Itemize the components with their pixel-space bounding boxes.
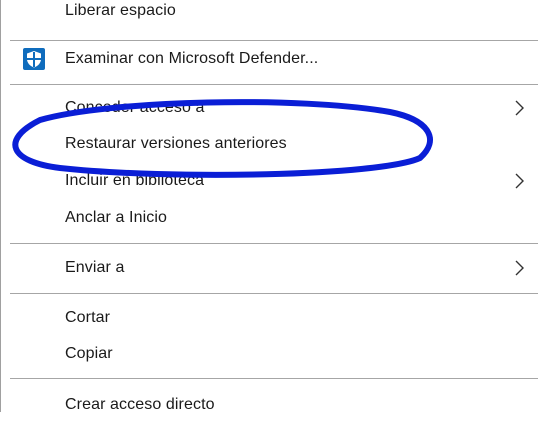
menu-separator	[10, 378, 538, 379]
defender-shield-icon	[23, 48, 45, 70]
menu-item-label: Examinar con Microsoft Defender...	[65, 50, 319, 67]
menu-item-label: Anclar a Inicio	[65, 209, 167, 226]
context-menu: Liberar espacio Examinar con Microsoft D…	[1, 0, 538, 413]
chevron-right-icon	[515, 260, 524, 276]
menu-item-anclar-inicio[interactable]: Anclar a Inicio	[1, 201, 538, 235]
menu-item-label: Incluir en biblioteca	[65, 172, 205, 189]
menu-item-cortar[interactable]: Cortar	[1, 301, 538, 335]
menu-separator	[10, 293, 538, 294]
menu-item-label: Conceder acceso a	[65, 99, 205, 116]
menu-item-label: Cortar	[65, 309, 111, 326]
menu-item-copiar[interactable]: Copiar	[1, 337, 538, 371]
menu-item-conceder-acceso[interactable]: Conceder acceso a	[1, 91, 538, 125]
menu-item-incluir-biblioteca[interactable]: Incluir en biblioteca	[1, 164, 538, 198]
menu-separator	[10, 84, 538, 85]
menu-item-restaurar-versiones[interactable]: Restaurar versiones anteriores	[1, 127, 538, 161]
menu-item-label: Enviar a	[65, 259, 125, 276]
chevron-right-icon	[515, 173, 524, 189]
menu-item-examinar-defender[interactable]: Examinar con Microsoft Defender...	[1, 42, 538, 76]
menu-separator	[10, 243, 538, 244]
menu-item-label: Restaurar versiones anteriores	[65, 135, 287, 152]
menu-separator	[10, 40, 538, 41]
menu-item-label: Liberar espacio	[65, 2, 176, 19]
menu-item-enviar-a[interactable]: Enviar a	[1, 251, 538, 285]
menu-item-label: Crear acceso directo	[65, 396, 215, 413]
chevron-right-icon	[515, 100, 524, 116]
menu-item-label: Copiar	[65, 345, 113, 362]
menu-item-liberar-espacio[interactable]: Liberar espacio	[1, 0, 538, 28]
menu-item-crear-acceso-directo[interactable]: Crear acceso directo	[1, 388, 538, 422]
